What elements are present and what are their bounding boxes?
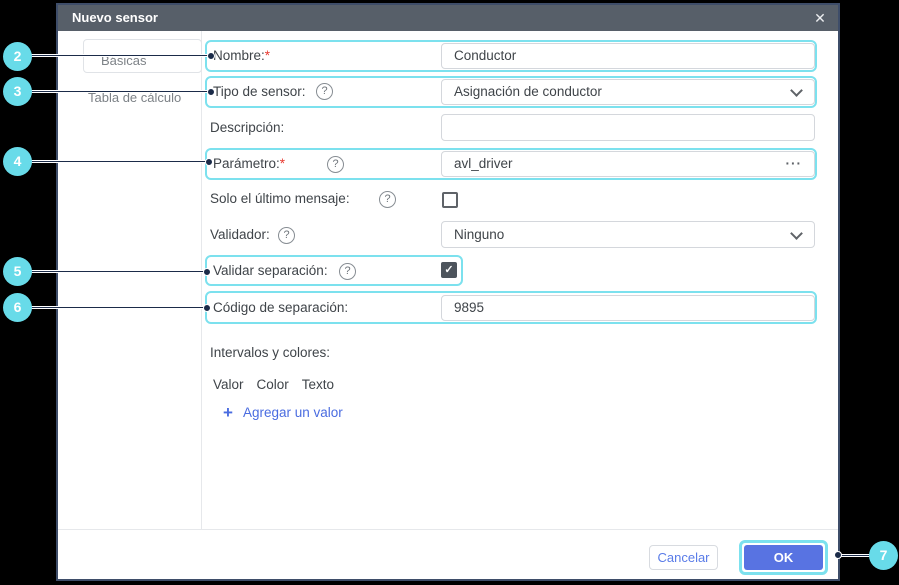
- nombre-label: Nombre:*: [213, 40, 270, 72]
- close-icon[interactable]: ✕: [806, 5, 834, 31]
- callout-dot-3: [207, 88, 215, 96]
- callout-badge-5: 5: [3, 257, 32, 286]
- intervalos-label: Intervalos y colores:: [210, 345, 330, 360]
- screenshot-stage: Nuevo sensor ✕ Básicas Tabla de cálculo …: [0, 0, 899, 585]
- callout-line-6: [30, 306, 206, 309]
- callout-badge-2: 2: [3, 42, 32, 71]
- callout-line-7: [841, 554, 872, 557]
- validador-select[interactable]: Ninguno: [441, 221, 815, 248]
- help-icon[interactable]: ?: [278, 227, 295, 244]
- cancel-button[interactable]: Cancelar: [649, 545, 718, 570]
- callout-badge-7: 7: [869, 541, 898, 570]
- callout-line-5: [30, 270, 206, 273]
- nombre-input[interactable]: Conductor: [441, 43, 815, 69]
- validar-sep-checkbox[interactable]: ✓: [441, 262, 457, 278]
- parametro-label: Parámetro:*: [213, 148, 285, 180]
- callout-dot-7: [834, 551, 842, 559]
- solo-ultimo-checkbox[interactable]: [442, 192, 458, 208]
- help-icon[interactable]: ?: [327, 156, 344, 173]
- required-asterisk: *: [280, 156, 285, 171]
- ok-button[interactable]: OK: [744, 545, 823, 570]
- dialog-title: Nuevo sensor: [72, 5, 158, 31]
- descripcion-input[interactable]: [441, 114, 815, 141]
- codigo-sep-input[interactable]: 9895: [441, 295, 815, 321]
- tipo-select[interactable]: Asignación de conductor: [441, 79, 815, 105]
- required-asterisk: *: [265, 48, 270, 63]
- col-color: Color: [257, 377, 289, 392]
- descripcion-label: Descripción:: [210, 114, 284, 142]
- help-icon[interactable]: ?: [339, 263, 356, 280]
- callout-badge-4: 4: [3, 147, 32, 176]
- sidebar-divider: [201, 31, 202, 529]
- help-icon[interactable]: ?: [379, 191, 396, 208]
- callout-dot-2: [207, 52, 215, 60]
- highlight-ok-button: OK: [739, 540, 828, 575]
- solo-ultimo-label: Solo el último mensaje:: [210, 186, 350, 212]
- validar-sep-label: Validar separación:: [213, 255, 328, 286]
- codigo-sep-label: Código de separación:: [213, 291, 348, 324]
- callout-line-4: [30, 160, 208, 163]
- add-value-link[interactable]: + Agregar un valor: [223, 404, 343, 421]
- callout-badge-6: 6: [3, 293, 32, 322]
- help-icon[interactable]: ?: [316, 83, 333, 100]
- col-texto: Texto: [302, 377, 334, 392]
- tipo-label: Tipo de sensor:: [213, 76, 306, 108]
- callout-dot-6: [203, 304, 211, 312]
- callout-line-2: [30, 54, 210, 57]
- validador-label: Validador:: [210, 221, 270, 248]
- ellipsis-more-icon[interactable]: ···: [786, 152, 803, 176]
- plus-icon: +: [223, 404, 233, 421]
- callout-dot-5: [203, 268, 211, 276]
- intervalos-column-headers: Valor Color Texto: [213, 377, 334, 392]
- parametro-input[interactable]: avl_driver···: [441, 151, 815, 177]
- add-value-label: Agregar un valor: [243, 405, 343, 420]
- callout-badge-3: 3: [3, 77, 32, 106]
- col-valor: Valor: [213, 377, 244, 392]
- callout-line-3: [30, 90, 210, 93]
- callout-dot-4: [205, 158, 213, 166]
- footer-divider: [58, 529, 838, 530]
- dialog-titlebar: Nuevo sensor: [58, 5, 838, 31]
